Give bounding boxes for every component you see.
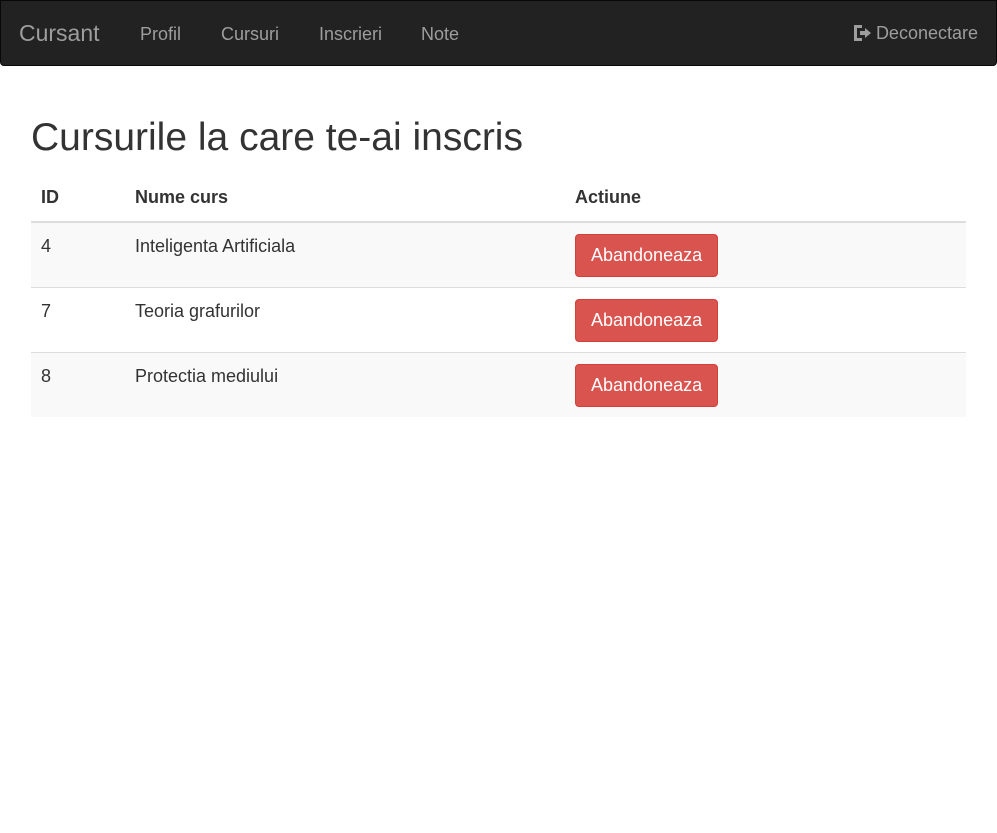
- table-row: 4 Inteligenta Artificiala Abandoneaza: [31, 222, 966, 287]
- log-out-icon: [853, 25, 871, 41]
- nav-item-cursuri[interactable]: Cursuri: [221, 24, 279, 44]
- header-course-name: Nume curs: [125, 173, 565, 223]
- row-course-name: Teoria grafurilor: [125, 286, 565, 352]
- navbar-brand[interactable]: Cursant: [19, 20, 100, 46]
- abandon-button[interactable]: Abandoneaza: [575, 234, 719, 277]
- row-id: 7: [31, 286, 125, 352]
- table-row: 7 Teoria grafurilor Abandoneaza: [31, 286, 966, 352]
- row-course-name: Protectia mediului: [125, 351, 565, 417]
- page-title: Cursurile la care te-ai inscris: [31, 116, 523, 159]
- nav-item-profil[interactable]: Profil: [140, 24, 181, 44]
- row-action-cell: Abandoneaza: [565, 222, 966, 287]
- abandon-button[interactable]: Abandoneaza: [575, 363, 719, 407]
- top-navbar: Cursant Profil Cursuri Inscrieri Note De…: [0, 0, 997, 66]
- table-row: 8 Protectia mediului Abandoneaza: [31, 351, 966, 417]
- abandon-button[interactable]: Abandoneaza: [575, 298, 719, 342]
- row-id: 8: [31, 351, 125, 417]
- enrollments-table: ID Nume curs Actiune 4 Inteligenta Artif…: [31, 173, 966, 417]
- table-header-row: ID Nume curs Actiune: [31, 173, 966, 223]
- row-action-cell: Abandoneaza: [565, 286, 966, 352]
- row-action-cell: Abandoneaza: [565, 351, 966, 417]
- enrollments-table-container: ID Nume curs Actiune 4 Inteligenta Artif…: [31, 173, 966, 417]
- header-action: Actiune: [565, 173, 966, 223]
- logout-link[interactable]: Deconectare: [852, 23, 978, 43]
- nav-item-note[interactable]: Note: [421, 24, 459, 44]
- logout-label: Deconectare: [875, 23, 978, 43]
- row-id: 4: [31, 222, 125, 287]
- row-course-name: Inteligenta Artificiala: [125, 222, 565, 287]
- nav-item-inscrieri[interactable]: Inscrieri: [319, 24, 382, 44]
- header-id: ID: [31, 173, 125, 223]
